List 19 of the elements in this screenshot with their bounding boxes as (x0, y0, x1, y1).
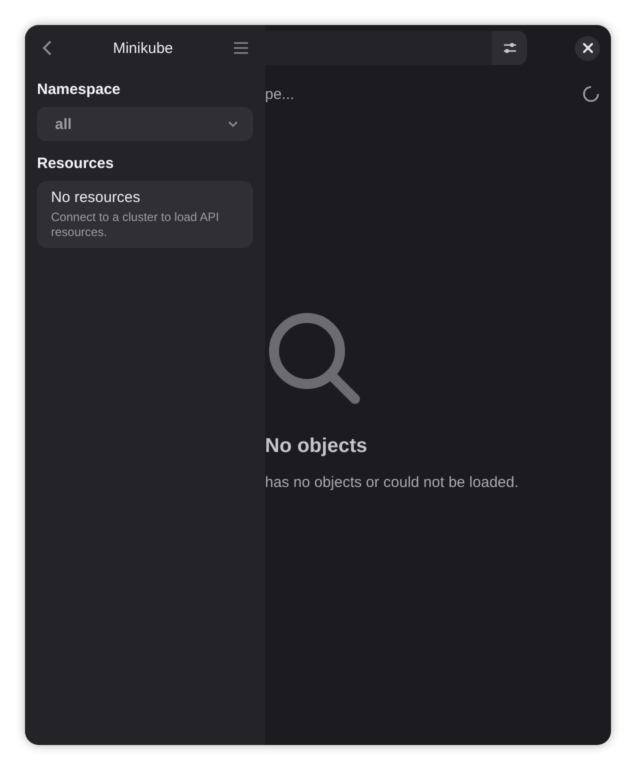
loading-spinner-icon (582, 85, 600, 103)
empty-state-title: No objects (265, 435, 368, 458)
chevron-down-icon (227, 120, 239, 128)
menu-icon (233, 41, 249, 55)
section-heading: Namespace (37, 81, 122, 98)
close-button[interactable] (575, 36, 600, 60)
namespace-dropdown[interactable]: all (37, 107, 253, 141)
section-heading: Resources (37, 155, 115, 172)
card-title: No resources (51, 189, 142, 206)
filter-button[interactable] (492, 31, 527, 65)
sliders-icon (502, 42, 516, 54)
chevron-left-icon (41, 40, 53, 56)
sidebar-title: Minikube (112, 40, 174, 56)
status-text: pe... (265, 86, 294, 102)
empty-state-text: has no objects or could not be loaded. (265, 474, 519, 491)
card-description: Connect to a cluster to load API resources. (51, 210, 220, 240)
search-field[interactable] (265, 31, 527, 65)
close-icon (582, 43, 592, 53)
search-icon (269, 313, 361, 405)
